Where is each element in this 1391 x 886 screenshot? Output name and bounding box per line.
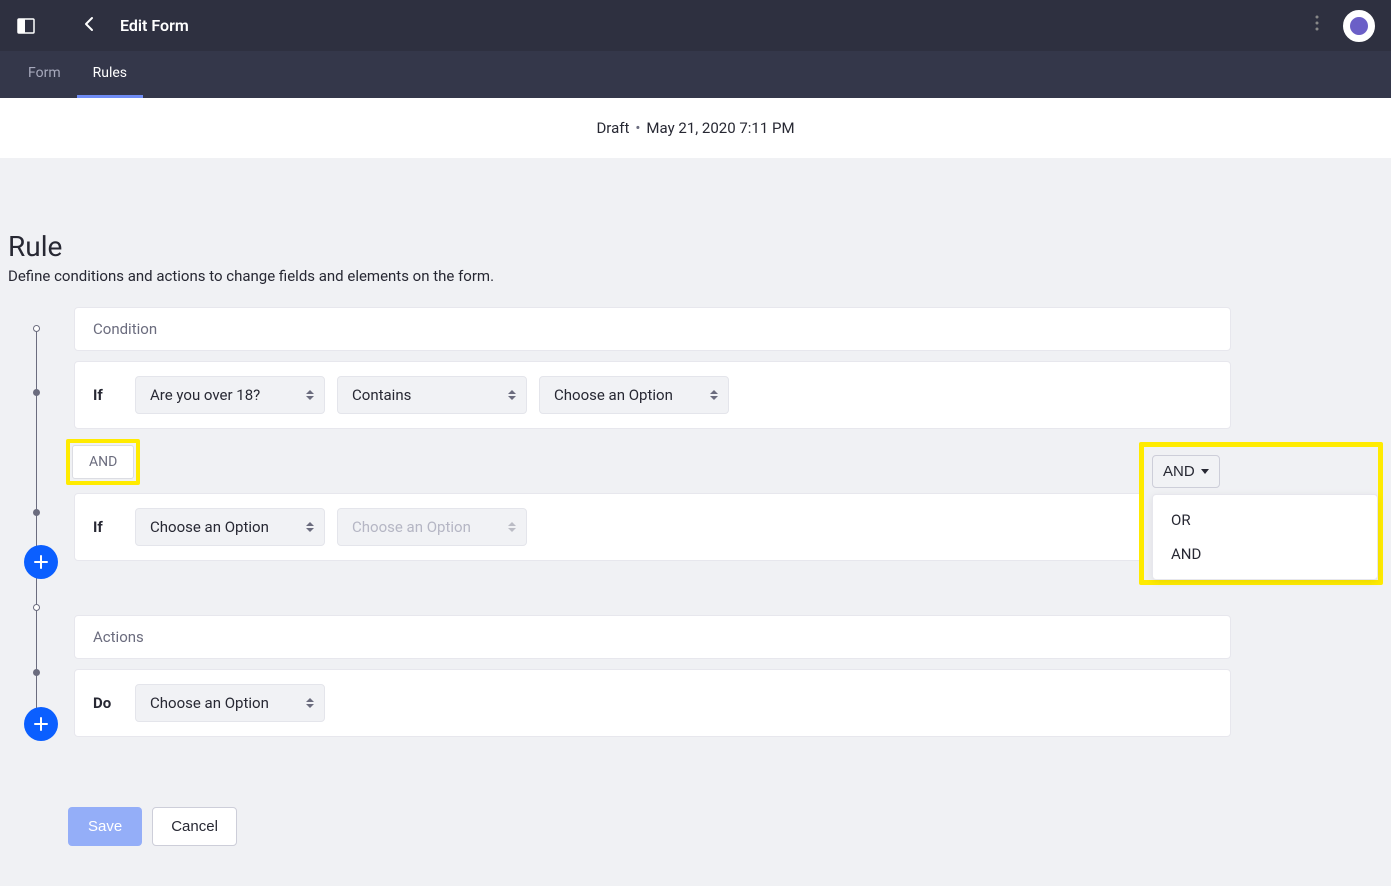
- condition-section-label: Condition: [93, 320, 157, 338]
- joiner-dropdown-menu: OR AND: [1152, 494, 1378, 580]
- add-action-button[interactable]: [24, 707, 58, 741]
- save-button[interactable]: Save: [68, 807, 142, 846]
- tab-form[interactable]: Form: [12, 51, 77, 98]
- action1-type-select[interactable]: Choose an Option: [135, 684, 325, 722]
- sort-caret-icon: [306, 390, 314, 400]
- timeline: [8, 307, 74, 747]
- actions-section-label: Actions: [93, 628, 144, 646]
- condition1-field-value: Are you over 18?: [150, 386, 260, 404]
- condition2-field-value: Choose an Option: [150, 518, 269, 536]
- timeline-dot: [33, 325, 40, 332]
- sidebar-toggle-icon[interactable]: [16, 16, 36, 36]
- caret-down-icon: [1201, 469, 1209, 474]
- back-button[interactable]: [76, 10, 104, 41]
- if-label: If: [93, 518, 123, 536]
- more-options-button[interactable]: [1307, 11, 1327, 40]
- timeline-dot: [33, 509, 40, 516]
- status-timestamp: May 21, 2020 7:11 PM: [646, 119, 794, 137]
- tab-rules[interactable]: Rules: [77, 51, 143, 98]
- condition1-operator-select[interactable]: Contains: [337, 376, 527, 414]
- status-separator: •: [635, 119, 640, 137]
- app-header: Edit Form: [0, 0, 1391, 51]
- condition2-operator-value: Choose an Option: [352, 518, 471, 536]
- joiner-highlight: AND: [66, 439, 140, 485]
- condition2-operator-select[interactable]: Choose an Option: [337, 508, 527, 546]
- sort-caret-icon: [306, 698, 314, 708]
- cancel-button[interactable]: Cancel: [152, 807, 237, 846]
- sort-caret-icon: [306, 522, 314, 532]
- tabs-nav: Form Rules: [0, 51, 1391, 98]
- condition2-field-select[interactable]: Choose an Option: [135, 508, 325, 546]
- sort-caret-icon: [508, 522, 516, 532]
- status-bar: Draft • May 21, 2020 7:11 PM: [0, 98, 1391, 158]
- if-label: If: [93, 386, 123, 404]
- condition1-value-value: Choose an Option: [554, 386, 673, 404]
- sort-caret-icon: [508, 390, 516, 400]
- timeline-dot: [33, 389, 40, 396]
- page-title: Edit Form: [120, 16, 189, 35]
- condition-joiner-dropdown-button[interactable]: AND: [1152, 455, 1220, 488]
- joiner-option-or[interactable]: OR: [1153, 503, 1377, 537]
- timeline-dot: [33, 604, 40, 611]
- action1-type-value: Choose an Option: [150, 694, 269, 712]
- joiner-dropdown-highlight: AND OR AND: [1139, 442, 1383, 585]
- do-label: Do: [93, 694, 123, 712]
- add-condition-button[interactable]: [24, 545, 58, 579]
- timeline-dot: [33, 669, 40, 676]
- condition1-operator-value: Contains: [352, 386, 411, 404]
- joiner-option-and[interactable]: AND: [1153, 537, 1377, 571]
- condition1-field-select[interactable]: Are you over 18?: [135, 376, 325, 414]
- condition-joiner-label: AND: [72, 445, 134, 479]
- rule-heading: Rule: [8, 230, 1383, 263]
- sort-caret-icon: [710, 390, 718, 400]
- user-avatar[interactable]: [1343, 10, 1375, 42]
- status-draft: Draft: [596, 119, 629, 137]
- condition1-value-select[interactable]: Choose an Option: [539, 376, 729, 414]
- joiner-button-label: AND: [1163, 463, 1195, 480]
- rule-subheading: Define conditions and actions to change …: [8, 267, 1383, 285]
